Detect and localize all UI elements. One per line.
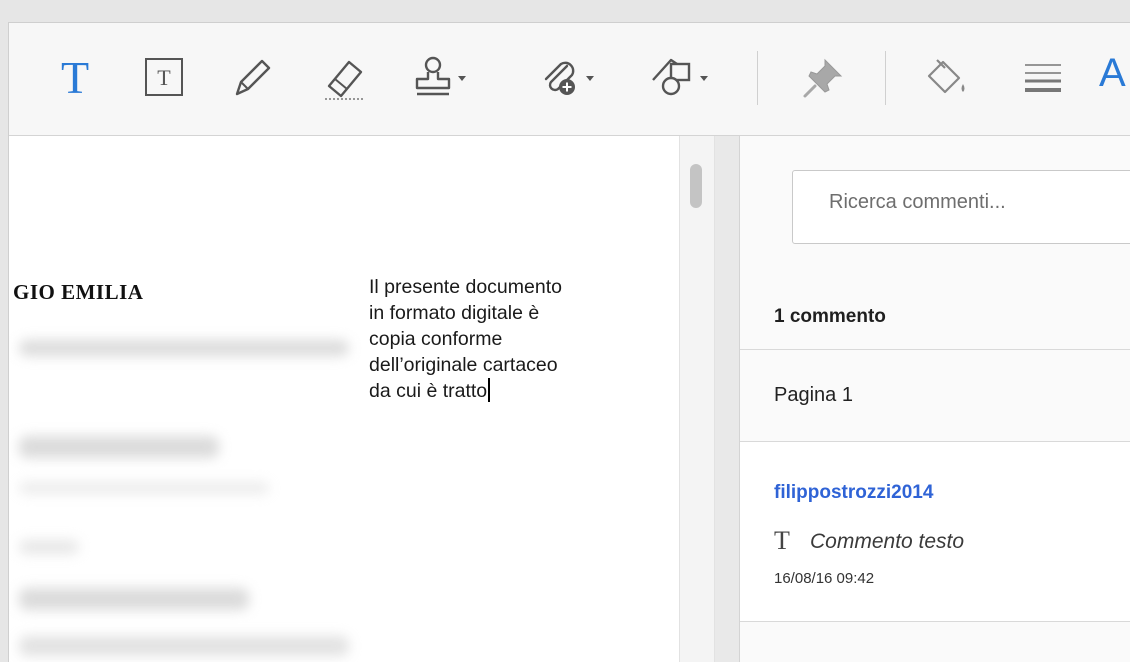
redacted-text bbox=[19, 436, 219, 458]
text-comment-annotation[interactable]: Il presente documento in formato digital… bbox=[369, 274, 669, 404]
note-line: dell’originale cartaceo bbox=[369, 354, 558, 376]
comment-timestamp: 16/08/16 09:42 bbox=[774, 570, 875, 587]
acrobat-window: T T A GIO EMILIA Il presente documento i… bbox=[8, 22, 1130, 662]
document-view[interactable]: GIO EMILIA Il presente documento in form… bbox=[9, 136, 679, 662]
line-width-button[interactable] bbox=[1023, 49, 1063, 105]
comment-list-item[interactable]: filippostrozzi2014 T Commento testo 16/0… bbox=[740, 442, 1130, 622]
chevron-down-icon bbox=[700, 75, 708, 81]
note-line-last: da cui è tratto bbox=[369, 378, 669, 404]
document-heading: GIO EMILIA bbox=[13, 280, 144, 304]
pencil-icon bbox=[235, 59, 271, 96]
toolbar-divider bbox=[757, 51, 758, 105]
pencil-tool-button[interactable] bbox=[229, 49, 273, 105]
stamp-tool-button[interactable] bbox=[411, 49, 466, 105]
document-scrollbar[interactable] bbox=[679, 136, 715, 662]
comments-count: 1 commento bbox=[774, 306, 886, 327]
comment-type-label: Commento testo bbox=[810, 530, 965, 553]
text-comment-icon: T bbox=[774, 526, 790, 555]
fill-color-button[interactable] bbox=[921, 49, 971, 105]
note-line: da cui è tratto bbox=[369, 380, 488, 402]
comment-toolbar: T T A bbox=[9, 23, 1130, 136]
page-group-header[interactable]: Pagina 1 bbox=[740, 350, 1130, 442]
redacted-text bbox=[19, 540, 79, 554]
pane-splitter[interactable] bbox=[715, 136, 739, 662]
note-line: copia conforme bbox=[369, 328, 503, 350]
scrollbar-thumb[interactable] bbox=[690, 164, 702, 208]
add-text-box-button[interactable]: T bbox=[143, 49, 185, 105]
comment-author: filippostrozzi2014 bbox=[774, 482, 934, 503]
search-comments-input[interactable]: Ricerca commenti... bbox=[792, 170, 1130, 244]
note-line: in formato digitale è bbox=[369, 302, 540, 324]
comments-panel: Ricerca commenti... 1 commento Pagina 1 … bbox=[739, 136, 1130, 662]
paperclip-plus-icon bbox=[544, 61, 575, 95]
line-width-icon bbox=[1025, 64, 1061, 92]
comments-count-row: 1 commento bbox=[740, 264, 1130, 350]
textbox-glyph: T bbox=[157, 65, 171, 90]
text-properties-button[interactable]: A bbox=[1099, 51, 1126, 96]
eraser-tool-button[interactable] bbox=[321, 49, 371, 105]
shapes-icon bbox=[652, 58, 691, 96]
text-cursor bbox=[488, 378, 491, 402]
redacted-text bbox=[19, 588, 249, 610]
drawing-tools-button[interactable] bbox=[649, 49, 708, 105]
chevron-down-icon bbox=[458, 75, 466, 81]
pin-button[interactable] bbox=[801, 49, 847, 105]
text-t-icon: T bbox=[61, 51, 90, 103]
redacted-text bbox=[19, 482, 269, 494]
chevron-down-icon bbox=[586, 75, 594, 81]
page-group-label: Pagina 1 bbox=[774, 384, 853, 406]
stamp-icon bbox=[415, 56, 451, 96]
paint-bucket-icon bbox=[927, 59, 965, 94]
add-text-comment-button[interactable]: T bbox=[61, 49, 89, 105]
redacted-text bbox=[19, 636, 349, 656]
eraser-icon bbox=[325, 60, 365, 100]
pushpin-icon bbox=[803, 58, 843, 98]
attach-file-button[interactable] bbox=[537, 49, 594, 105]
redacted-text bbox=[19, 340, 349, 356]
note-line: Il presente documento bbox=[369, 276, 562, 298]
toolbar-divider bbox=[885, 51, 886, 105]
textbox-icon: T bbox=[145, 58, 183, 96]
